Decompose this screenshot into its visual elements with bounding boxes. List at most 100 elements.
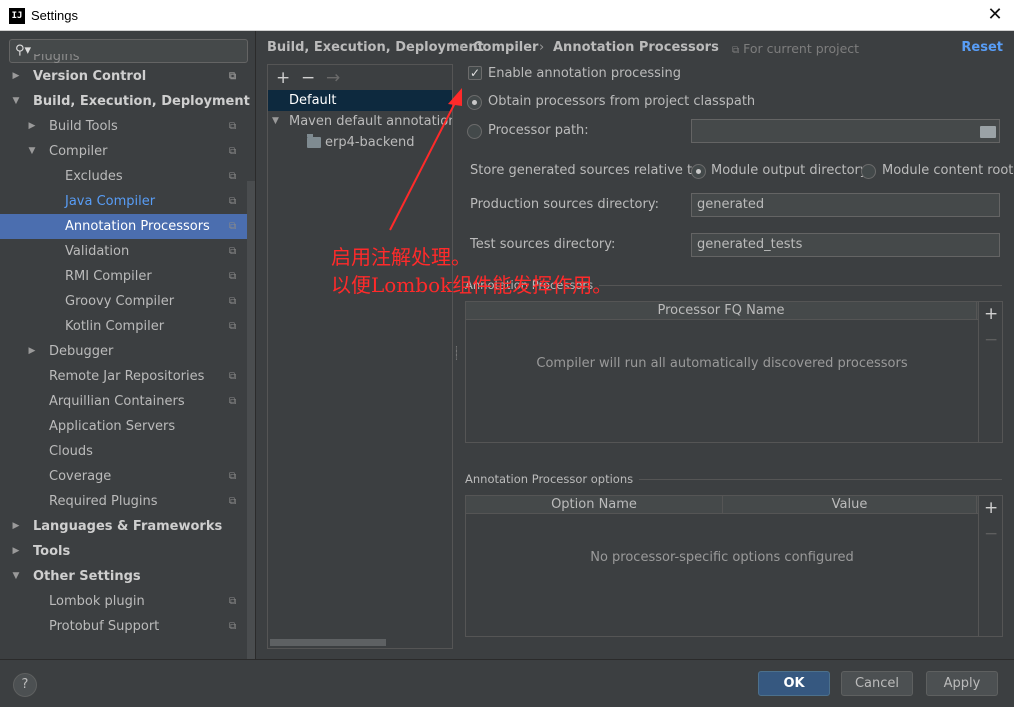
profile-maven-label: Maven default annotation processors prof… [289,114,452,129]
sidebar-item-remote-jar-repositories[interactable]: Remote Jar Repositories ⧉ [0,364,255,389]
processor-path-field[interactable] [691,119,1000,143]
sidebar-scrollbar[interactable] [247,181,255,659]
option-value-column[interactable]: Value [723,496,977,514]
module-content-root-label[interactable]: Module content root [882,163,1013,178]
sidebar-item-label: Excludes [65,169,123,184]
sidebar-item-annotation-processors[interactable]: Annotation Processors ⧉ [0,214,255,239]
sidebar-item-label: Build Tools [49,119,118,134]
project-scope-icon: ⧉ [229,121,237,132]
module-content-root-radio[interactable] [861,164,876,179]
project-scope-icon: ⧉ [229,396,237,407]
sidebar-item-application-servers[interactable]: Application Servers [0,414,255,439]
chevron-right-icon[interactable]: ▶ [10,539,22,564]
sidebar-item-label: Debugger [49,344,114,359]
add-option-button[interactable]: + [984,498,998,518]
help-button[interactable]: ? [13,673,37,697]
chevron-right-icon[interactable]: ▶ [26,114,38,139]
remove-profile-button[interactable]: − [301,68,315,88]
sidebar-item-validation[interactable]: Validation ⧉ [0,239,255,264]
obtain-from-classpath-label[interactable]: Obtain processors from project classpath [488,94,755,109]
store-generated-label: Store generated sources relative to: [470,163,705,178]
sidebar-item-coverage[interactable]: Coverage ⧉ [0,464,255,489]
sidebar-item-clouds[interactable]: Clouds [0,439,255,464]
sidebar-item-arquillian-containers[interactable]: Arquillian Containers ⧉ [0,389,255,414]
profile-module-erp4-backend[interactable]: erp4-backend [268,132,452,153]
chevron-down-icon[interactable]: ▼ [272,111,279,132]
sidebar-item-label: Required Plugins [49,494,158,509]
processors-empty-text: Compiler will run all automatically disc… [536,356,908,371]
sidebar-item-other-settings[interactable]: ▼ Other Settings [0,564,255,589]
chevron-right-icon[interactable]: ▶ [10,64,22,89]
intellij-app-icon: IJ [9,8,25,24]
processor-fq-name-column[interactable]: Processor FQ Name [466,302,977,320]
sidebar-item-label: Protobuf Support [49,619,160,634]
chevron-down-icon[interactable]: ▼ [26,139,38,164]
sidebar-item-label: Remote Jar Repositories [49,369,205,384]
browse-folder-icon[interactable] [980,126,996,138]
processor-path-radio[interactable] [467,124,482,139]
options-empty-text: No processor-specific options configured [590,550,854,565]
apply-button[interactable]: Apply [926,671,998,696]
sidebar-item-label: RMI Compiler [65,269,152,284]
sidebar-item-groovy-compiler[interactable]: Groovy Compiler ⧉ [0,289,255,314]
processor-path-label[interactable]: Processor path: [488,123,589,138]
sidebar-item-protobuf-support[interactable]: Protobuf Support ⧉ [0,614,255,639]
project-scope-icon: ⧉ [229,596,237,607]
sidebar-item-tools[interactable]: ▶ Tools [0,539,255,564]
project-scope-icon: ⧉ [229,71,237,82]
sidebar-item-rmi-compiler[interactable]: RMI Compiler ⧉ [0,264,255,289]
chevron-down-icon[interactable]: ▼ [10,564,22,589]
project-scope-icon: ⧉ [229,471,237,482]
chevron-right-icon[interactable]: ▶ [10,514,22,539]
sidebar-item-lombok-plugin[interactable]: Lombok plugin ⧉ [0,589,255,614]
dialog-footer: ? OK Cancel Apply [0,659,1014,707]
test-sources-field[interactable]: generated_tests [691,233,1000,257]
sidebar-item-label: Groovy Compiler [65,294,175,309]
add-profile-button[interactable]: + [276,68,290,88]
profile-maven-default[interactable]: ▼ Maven default annotation processors pr… [268,111,452,132]
profiles-horizontal-scrollbar[interactable] [270,639,386,646]
sidebar-item-build-tools[interactable]: ▶ Build Tools ⧉ [0,114,255,139]
sidebar-item-excludes[interactable]: Excludes ⧉ [0,164,255,189]
profiles-panel: + − → Default ▼ Maven default annotation… [267,64,453,649]
module-output-directory-label[interactable]: Module output directory [711,163,868,178]
chevron-right-icon[interactable]: ▶ [26,339,38,364]
sidebar-item-label: Arquillian Containers [49,394,185,409]
module-output-directory-radio[interactable] [691,164,706,179]
reset-link[interactable]: Reset [961,40,1003,55]
obtain-from-classpath-radio[interactable] [467,95,482,110]
sidebar-item-required-plugins[interactable]: Required Plugins ⧉ [0,489,255,514]
breadcrumb-compiler[interactable]: Compiler [473,40,538,55]
sidebar-item-debugger[interactable]: ▶ Debugger [0,339,255,364]
add-processor-button[interactable]: + [984,304,998,324]
production-sources-field[interactable]: generated [691,193,1000,217]
chevron-down-icon[interactable]: ▼ [10,89,22,114]
enable-annotation-processing-checkbox[interactable]: ✓ [468,66,482,80]
remove-option-button[interactable]: − [984,524,998,544]
sidebar-item-java-compiler[interactable]: Java Compiler ⧉ [0,189,255,214]
move-profile-button[interactable]: → [326,68,340,88]
sidebar-item-label: Languages & Frameworks [33,519,223,534]
cancel-button[interactable]: Cancel [841,671,913,696]
enable-annotation-processing-label[interactable]: Enable annotation processing [488,66,681,81]
page-header: Build, Execution, Deployment › Compiler … [256,31,1014,64]
project-scope-icon: ⧉ [229,171,237,182]
profile-default-label: Default [289,93,337,108]
sidebar-item-label: Build, Execution, Deployment [33,94,250,109]
ok-button[interactable]: OK [758,671,830,696]
production-sources-label: Production sources directory: [470,197,659,212]
breadcrumb-build[interactable]: Build, Execution, Deployment [267,40,484,55]
sidebar-item-version-control[interactable]: ▶ Version Control ⧉ [0,64,255,89]
breadcrumb-separator-icon: › [539,40,545,55]
close-icon[interactable]: ✕ [984,4,1006,26]
sidebar-item-languages-frameworks[interactable]: ▶ Languages & Frameworks [0,514,255,539]
option-name-column[interactable]: Option Name [466,496,723,514]
profile-default[interactable]: Default [268,90,452,111]
sidebar-item-build-execution-deployment[interactable]: ▼ Build, Execution, Deployment [0,89,255,114]
project-scope-icon: ⧉ [229,621,237,632]
project-scope-icon: ⧉ [229,271,237,282]
sidebar-item-compiler[interactable]: ▼ Compiler ⧉ [0,139,255,164]
remove-processor-button[interactable]: − [984,330,998,350]
sidebar-item-kotlin-compiler[interactable]: Kotlin Compiler ⧉ [0,314,255,339]
splitter-handle-icon[interactable]: ⁞ ⁞ ⁞ [455,346,458,363]
